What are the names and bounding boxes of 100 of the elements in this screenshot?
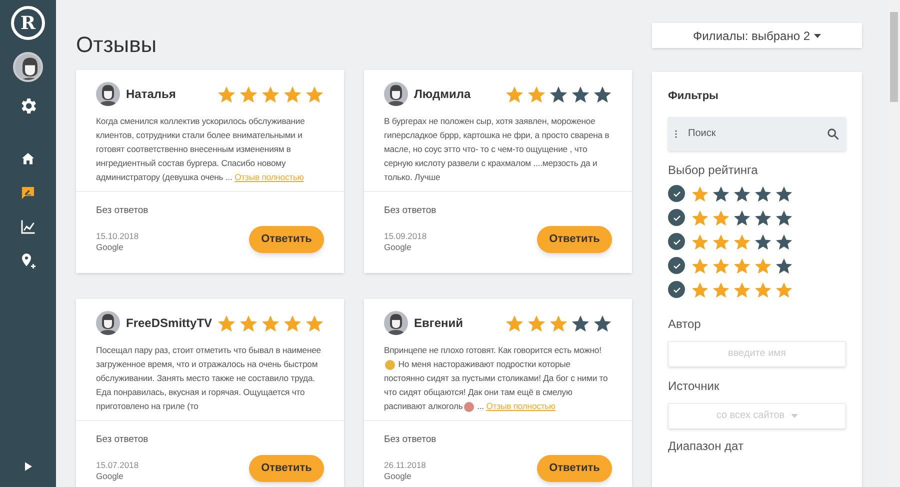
filled-star-icon: [261, 84, 280, 104]
filled-star-icon: [691, 232, 709, 250]
reply-status: Без ответов: [384, 204, 438, 218]
filled-star-icon: [217, 84, 236, 104]
filled-star-icon: [733, 232, 751, 250]
reply-status: Без ответов: [384, 433, 438, 447]
expand-icon[interactable]: [24, 462, 32, 471]
check-icon: [672, 262, 680, 268]
rating-checkbox[interactable]: [668, 257, 685, 274]
search-icon: [826, 126, 840, 140]
review-source: Google: [96, 242, 124, 253]
rating-checkbox[interactable]: [668, 233, 685, 250]
caret-icon: [814, 34, 822, 38]
filled-star-icon: [712, 232, 730, 250]
filled-star-icon: [775, 280, 793, 298]
empty-star-icon: [733, 208, 751, 226]
review-date: 15.10.2018: [96, 231, 139, 242]
empty-star-icon: [571, 314, 590, 332]
search-field[interactable]: Поиск: [668, 116, 846, 150]
review-source: Google: [96, 471, 124, 482]
empty-star-icon: [754, 232, 772, 250]
comment-edit-icon[interactable]: [19, 184, 37, 202]
avatar-icon: [384, 311, 408, 335]
reply-button[interactable]: Ответить: [537, 226, 612, 253]
date-range-title: Диапазон дат: [668, 438, 744, 454]
filled-star-icon: [691, 184, 709, 202]
filled-star-icon: [754, 256, 772, 274]
review-date: 15.09.2018: [384, 231, 427, 242]
filled-star-icon: [527, 84, 546, 104]
reply-button[interactable]: Ответить: [249, 455, 324, 482]
logo: R: [11, 6, 45, 40]
reply-button[interactable]: Ответить: [249, 226, 324, 253]
rating-checkbox[interactable]: [668, 185, 685, 202]
empty-star-icon: [593, 314, 612, 332]
filled-star-icon: [505, 84, 524, 104]
filled-star-icon: [733, 280, 751, 298]
review-text: Когда сменился коллектив ускорилось обслуживание клиентов, сотрудники стали более внимательными и готовят соответственно внесенным изменениям в ингредиентный состав бургера. Спасибо новому администратору (девушка очень ... Отзыв полностью: [96, 115, 306, 184]
empty-star-icon: [593, 84, 612, 104]
filled-star-icon: [239, 84, 258, 104]
filled-star-icon: [261, 314, 280, 332]
empty-star-icon: [754, 208, 772, 226]
empty-star-icon: [733, 184, 751, 202]
author-name: Наталья: [126, 86, 176, 103]
check-icon: [672, 214, 680, 220]
filled-star-icon: [239, 314, 258, 332]
avatar-icon[interactable]: [13, 52, 43, 82]
review-text: Посещал пару раз, стоит отметить что бывал в наименее загруженное время, что и отражалось на очень быстром обслуживании. Занять место также не составило труда. Еда понравилась, вкусная и горячая. Ощущается что приготовлено на гриле (то: [96, 344, 322, 413]
empty-star-icon: [549, 84, 568, 104]
filled-star-icon: [691, 208, 709, 226]
avatar-icon: [96, 82, 120, 106]
review-date: 26.11.2018: [384, 460, 426, 471]
empty-star-icon: [775, 232, 793, 250]
check-icon: [672, 190, 680, 196]
review-date: 15.07.2018: [96, 460, 139, 471]
filled-star-icon: [217, 314, 236, 332]
filled-star-icon: [712, 256, 730, 274]
caret-icon: [790, 414, 798, 418]
avatar-icon: [384, 82, 408, 106]
filled-star-icon: [527, 314, 546, 332]
filled-star-icon: [691, 280, 709, 298]
filled-star-icon: [691, 256, 709, 274]
author-title: Автор: [668, 316, 702, 332]
scrollbar-thumb[interactable]: [890, 12, 898, 102]
rating-checkbox[interactable]: [668, 281, 685, 298]
filled-star-icon: [283, 314, 302, 332]
review-text: Впринцепе не плохо готовят. Как говорится есть можно! Но меня настораживают подростки которые постоянно сидят за пустыми столиками! Да бог с ними то что сидят общаются! Дак они там ещё в смелую распивают алкоголь ... Отзыв полностью: [384, 344, 609, 413]
author-name: Евгений: [414, 315, 464, 332]
rating-title: Выбор рейтинга: [668, 162, 759, 178]
empty-star-icon: [775, 256, 793, 274]
filled-star-icon: [305, 84, 324, 104]
source-title: Источник: [668, 378, 720, 394]
branches-dropdown[interactable]: Филиалы: выбрано 2: [652, 23, 862, 48]
rating-checkbox[interactable]: [668, 209, 685, 226]
check-icon: [672, 286, 680, 292]
reply-status: Без ответов: [96, 204, 150, 218]
reply-button[interactable]: Ответить: [537, 455, 612, 482]
empty-star-icon: [571, 84, 590, 104]
empty-star-icon: [775, 184, 793, 202]
filled-star-icon: [283, 84, 302, 104]
empty-star-icon: [712, 184, 730, 202]
reply-status: Без ответов: [96, 433, 150, 447]
filled-star-icon: [712, 280, 730, 298]
author-name: Людмила: [414, 86, 471, 103]
filled-star-icon: [712, 208, 730, 226]
author-name: FreeDSmittyTV: [126, 315, 212, 332]
empty-star-icon: [775, 208, 793, 226]
chart-icon[interactable]: [19, 218, 37, 236]
empty-star-icon: [754, 184, 772, 202]
page-title: Отзывы: [76, 31, 158, 58]
avatar-icon: [96, 311, 120, 335]
drag-handle-icon: [675, 130, 677, 138]
location-plus-icon[interactable]: [19, 252, 37, 270]
review-source: Google: [384, 242, 412, 253]
filled-star-icon: [754, 280, 772, 298]
review-source: Google: [384, 471, 412, 482]
filled-star-icon: [733, 256, 751, 274]
check-icon: [672, 238, 680, 244]
review-text: В бургерах не положен сыр, хотя заявлен, мороженое гиперсладкое бррр, картошка не фри, а просто сварена в масле, но соус этто что- то с чем-то ощущение , что серную кислоту развели с крахмалом ....мерзость да и только. Лучше: [384, 115, 610, 184]
filters-title: Фильтры: [668, 89, 720, 104]
filled-star-icon: [549, 314, 568, 332]
